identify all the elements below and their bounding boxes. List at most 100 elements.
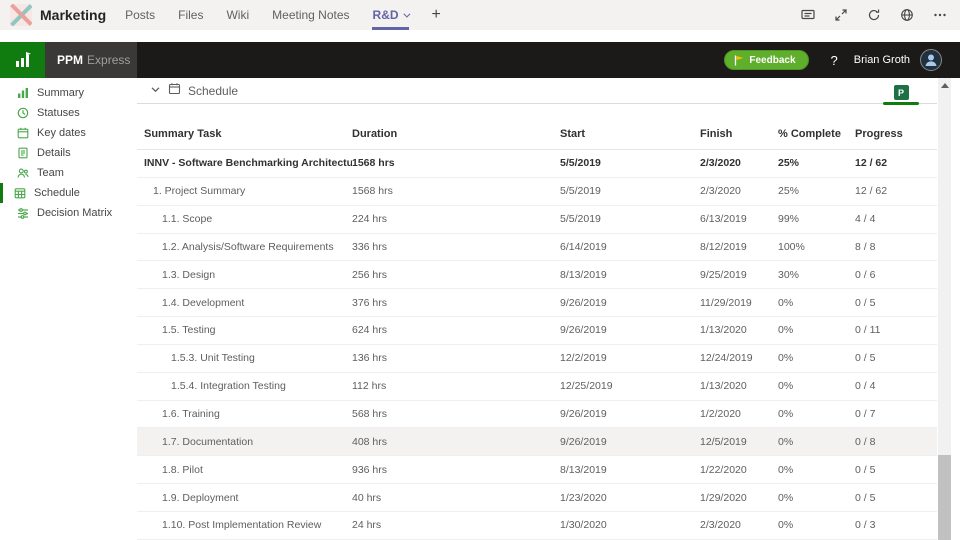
progress-cell: 0 / 11 <box>855 324 937 336</box>
duration-cell: 624 hrs <box>352 324 560 336</box>
scroll-up-arrow-icon[interactable] <box>941 83 949 88</box>
sidebar-item-decision-matrix[interactable]: Decision Matrix <box>0 203 137 223</box>
ms-project-view-tab[interactable]: P <box>883 81 919 104</box>
user-avatar[interactable] <box>920 49 942 71</box>
table-row[interactable]: 1.5. Testing 624 hrs 9/26/2019 1/13/2020… <box>137 317 937 345</box>
column-header-progress[interactable]: Progress <box>855 128 937 149</box>
add-tab-button[interactable]: + <box>432 6 441 24</box>
tab-meeting-notes[interactable]: Meeting Notes <box>271 0 350 30</box>
complete-cell: 0% <box>778 297 855 309</box>
schedule-table-body: INNV - Software Benchmarking Architectur… <box>137 150 937 540</box>
task-cell: 1.4. Development <box>144 297 352 309</box>
refresh-icon[interactable] <box>866 7 882 23</box>
column-header--complete[interactable]: % Complete <box>778 128 855 149</box>
table-row[interactable]: 1.9. Deployment 40 hrs 1/23/2020 1/29/20… <box>137 484 937 512</box>
sidebar-item-label: Summary <box>37 87 84 99</box>
tab-files[interactable]: Files <box>177 0 204 30</box>
main-area: Summary Statuses Key dates Details Team … <box>0 78 960 540</box>
ppm-home-button[interactable] <box>0 42 45 78</box>
vertical-scrollbar[interactable] <box>938 78 951 540</box>
table-row[interactable]: 1.8. Pilot 936 hrs 8/13/2019 1/22/2020 0… <box>137 456 937 484</box>
collapse-chevron-icon[interactable] <box>150 82 161 100</box>
duration-cell: 568 hrs <box>352 408 560 420</box>
start-cell: 5/5/2019 <box>560 185 700 197</box>
decision-matrix-icon <box>17 207 29 219</box>
duration-cell: 136 hrs <box>352 352 560 364</box>
sidebar-item-summary[interactable]: Summary <box>0 83 137 103</box>
progress-cell: 0 / 5 <box>855 464 937 476</box>
table-row[interactable]: 1.4. Development 376 hrs 9/26/2019 11/29… <box>137 289 937 317</box>
sidebar-item-label: Schedule <box>34 187 80 199</box>
complete-cell: 0% <box>778 519 855 531</box>
duration-cell: 112 hrs <box>352 380 560 392</box>
progress-cell: 0 / 5 <box>855 352 937 364</box>
table-row[interactable]: 1.1. Scope 224 hrs 5/5/2019 6/13/2019 99… <box>137 206 937 234</box>
progress-cell: 12 / 62 <box>855 185 937 197</box>
schedule-panel: Schedule P Summary TaskDurationStartFini… <box>137 78 937 540</box>
complete-cell: 0% <box>778 408 855 420</box>
start-cell: 1/23/2020 <box>560 492 700 504</box>
task-cell: INNV - Software Benchmarking Architectur… <box>144 157 352 169</box>
sidebar-item-team[interactable]: Team <box>0 163 137 183</box>
finish-cell: 8/12/2019 <box>700 241 778 253</box>
table-row[interactable]: INNV - Software Benchmarking Architectur… <box>137 150 937 178</box>
tab-posts[interactable]: Posts <box>124 0 156 30</box>
table-row[interactable]: 1.10. Post Implementation Review 24 hrs … <box>137 512 937 540</box>
table-row[interactable]: 1.5.4. Integration Testing 112 hrs 12/25… <box>137 373 937 401</box>
section-title: Schedule <box>188 84 238 98</box>
team-name: Marketing <box>40 7 106 23</box>
finish-cell: 12/24/2019 <box>700 352 778 364</box>
column-header-finish[interactable]: Finish <box>700 128 778 149</box>
duration-cell: 936 hrs <box>352 464 560 476</box>
progress-cell: 0 / 4 <box>855 380 937 392</box>
chat-icon[interactable] <box>800 7 816 23</box>
tab-label: Files <box>178 8 203 22</box>
progress-cell: 12 / 62 <box>855 157 937 169</box>
sidebar-item-details[interactable]: Details <box>0 143 137 163</box>
complete-cell: 25% <box>778 157 855 169</box>
complete-cell: 0% <box>778 464 855 476</box>
sidebar-item-schedule[interactable]: Schedule <box>0 183 137 203</box>
progress-cell: 0 / 3 <box>855 519 937 531</box>
finish-cell: 1/13/2020 <box>700 380 778 392</box>
task-cell: 1.5.4. Integration Testing <box>144 380 352 392</box>
finish-cell: 11/29/2019 <box>700 297 778 309</box>
table-row[interactable]: 1.7. Documentation 408 hrs 9/26/2019 12/… <box>137 428 937 456</box>
table-row[interactable]: 1. Project Summary 1568 hrs 5/5/2019 2/3… <box>137 178 937 206</box>
statuses-icon <box>17 107 29 119</box>
team-icon <box>17 167 29 179</box>
schedule-table-header: Summary TaskDurationStartFinish% Complet… <box>137 104 937 150</box>
tab-r-d[interactable]: R&D <box>372 0 409 30</box>
sidebar-item-statuses[interactable]: Statuses <box>0 103 137 123</box>
table-row[interactable]: 1.5.3. Unit Testing 136 hrs 12/2/2019 12… <box>137 345 937 373</box>
start-cell: 5/5/2019 <box>560 157 700 169</box>
more-icon[interactable] <box>932 7 948 23</box>
task-cell: 1.6. Training <box>144 408 352 420</box>
column-header-duration[interactable]: Duration <box>352 128 560 149</box>
complete-cell: 0% <box>778 352 855 364</box>
sidebar-item-key-dates[interactable]: Key dates <box>0 123 137 143</box>
complete-cell: 100% <box>778 241 855 253</box>
scrollbar-thumb[interactable] <box>938 455 951 540</box>
complete-cell: 25% <box>778 185 855 197</box>
table-row[interactable]: 1.2. Analysis/Software Requirements 336 … <box>137 234 937 262</box>
table-row[interactable]: 1.6. Training 568 hrs 9/26/2019 1/2/2020… <box>137 401 937 429</box>
column-header-start[interactable]: Start <box>560 128 700 149</box>
ms-project-icon: P <box>894 85 909 100</box>
column-header-summary-task[interactable]: Summary Task <box>144 128 352 149</box>
globe-icon[interactable] <box>899 7 915 23</box>
feedback-button[interactable]: Feedback <box>724 50 808 70</box>
tab-wiki[interactable]: Wiki <box>225 0 250 30</box>
start-cell: 5/5/2019 <box>560 213 700 225</box>
finish-cell: 1/22/2020 <box>700 464 778 476</box>
ppm-express-app-bar: PPM Express Feedback ? Brian Groth <box>0 42 960 78</box>
complete-cell: 99% <box>778 213 855 225</box>
help-button[interactable]: ? <box>831 53 838 68</box>
expand-icon[interactable] <box>833 7 849 23</box>
sidebar-item-label: Key dates <box>37 127 86 139</box>
table-row[interactable]: 1.3. Design 256 hrs 8/13/2019 9/25/2019 … <box>137 261 937 289</box>
task-cell: 1.5. Testing <box>144 324 352 336</box>
team-avatar[interactable] <box>10 4 32 26</box>
calendar-icon <box>168 82 181 100</box>
flag-icon <box>734 55 744 66</box>
